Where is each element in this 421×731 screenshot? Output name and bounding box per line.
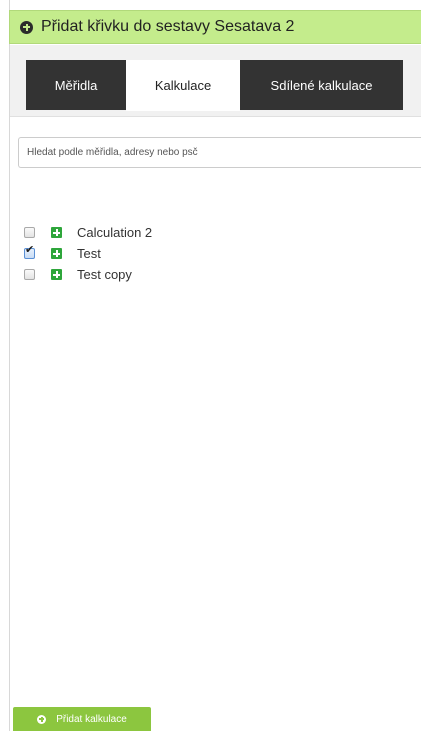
tab-bar: Měřidla Kalkulace Sdílené kalkulace bbox=[10, 45, 421, 117]
add-calculations-button[interactable]: Přidat kalkulace bbox=[13, 707, 151, 731]
list-item-label: Test bbox=[77, 246, 101, 261]
tab-meridla[interactable]: Měřidla bbox=[26, 60, 126, 110]
list-item: Test copy bbox=[24, 264, 152, 285]
tab-label: Sdílené kalkulace bbox=[270, 77, 373, 93]
green-plus-icon[interactable] bbox=[51, 227, 62, 238]
panel-title: Přidat křivku do sestavy Sesatava 2 bbox=[41, 18, 295, 35]
tab-sdilene-kalkulace[interactable]: Sdílené kalkulace bbox=[240, 60, 403, 110]
add-circle-icon bbox=[20, 20, 33, 34]
search-container bbox=[18, 137, 421, 168]
calculation-list: Calculation 2 ✔ Test Test copy bbox=[24, 222, 152, 285]
tab-kalkulace[interactable]: Kalkulace bbox=[126, 60, 240, 111]
calculation-checkbox[interactable] bbox=[24, 269, 35, 280]
green-plus-icon[interactable] bbox=[51, 248, 62, 259]
list-item: Calculation 2 bbox=[24, 222, 152, 243]
calculation-checkbox[interactable] bbox=[24, 227, 35, 238]
tab-label: Kalkulace bbox=[154, 78, 212, 93]
tab-label: Měřidla bbox=[54, 77, 98, 93]
panel-header: Přidat křivku do sestavy Sesatava 2 bbox=[9, 10, 421, 44]
list-item: ✔ Test bbox=[24, 243, 152, 264]
search-input[interactable] bbox=[18, 137, 421, 168]
list-item-label: Calculation 2 bbox=[77, 225, 153, 240]
add-calculations-label: Přidat kalkulace bbox=[56, 713, 127, 725]
checkmark-icon: ✔ bbox=[25, 244, 35, 256]
list-item-label: Test copy bbox=[77, 267, 132, 282]
add-circle-icon bbox=[37, 714, 47, 724]
green-plus-icon[interactable] bbox=[51, 269, 62, 280]
calculation-checkbox[interactable]: ✔ bbox=[24, 244, 35, 259]
